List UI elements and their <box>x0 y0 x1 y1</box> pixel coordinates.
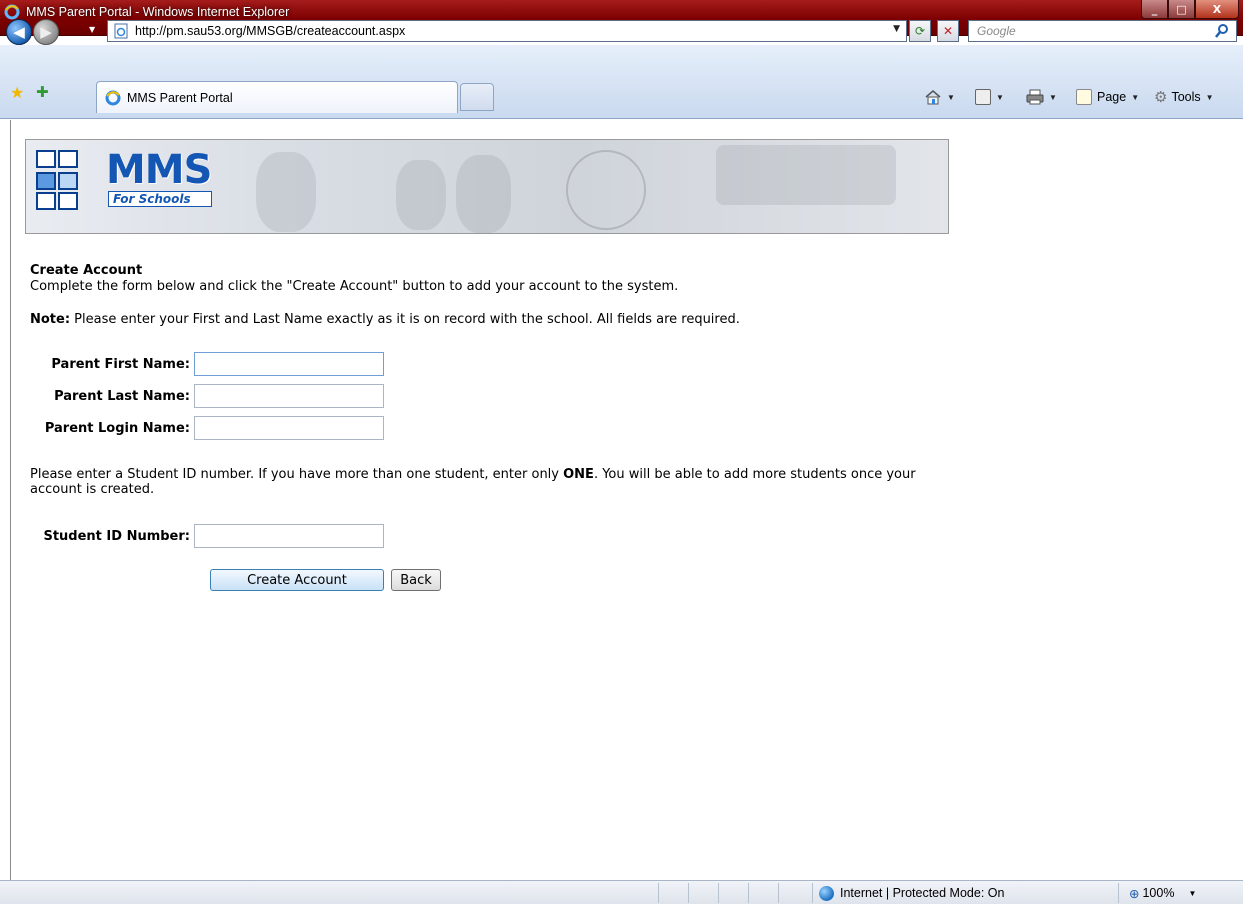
login-name-field[interactable] <box>194 416 384 440</box>
chevron-down-icon[interactable]: ▼ <box>947 93 955 102</box>
first-name-field[interactable] <box>194 352 384 376</box>
banner-grade-circle <box>566 150 646 230</box>
window-title: MMS Parent Portal - Windows Internet Exp… <box>26 5 290 19</box>
intro-text: Complete the form below and click the "C… <box>30 279 679 294</box>
status-bar: Internet | Protected Mode: On ⊕ 100% ▼ <box>0 880 1243 904</box>
ie-icon <box>4 4 20 20</box>
tab-label: MMS Parent Portal <box>127 90 233 105</box>
chevron-down-icon[interactable]: ▼ <box>1188 889 1196 898</box>
stop-button[interactable]: ✕ <box>937 20 959 42</box>
login-name-row: Parent Login Name: <box>30 415 384 441</box>
banner-figure <box>396 160 446 230</box>
banner-keyboard <box>716 145 896 205</box>
home-icon <box>925 90 941 105</box>
page-menu-label[interactable]: Page <box>1097 90 1126 104</box>
page-menu-icon <box>1076 89 1092 105</box>
last-name-row: Parent Last Name: <box>30 383 384 409</box>
arrow-right-icon: ▶ <box>40 23 52 41</box>
logo-icon <box>36 150 98 210</box>
url-text[interactable]: http://pm.sau53.org/MMSGB/createaccount.… <box>135 24 405 38</box>
print-button[interactable]: ▼ <box>1026 86 1057 108</box>
status-divider <box>658 883 659 903</box>
tools-menu-label[interactable]: Tools <box>1171 90 1200 104</box>
back-form-button[interactable]: Back <box>391 569 441 591</box>
refresh-button[interactable]: ⟳ <box>909 20 931 42</box>
gear-icon: ⚙ <box>1154 89 1168 106</box>
logo-subtitle: For Schools <box>108 191 212 207</box>
close-button[interactable]: X <box>1195 0 1239 19</box>
favorites-star-icon[interactable]: ★ <box>10 83 24 102</box>
logo-text: MMS <box>106 147 212 193</box>
home-button[interactable]: ▼ <box>924 86 955 108</box>
zoom-control[interactable]: ⊕ 100% ▼ <box>1118 883 1196 903</box>
create-account-button[interactable]: Create Account <box>210 569 384 591</box>
ie-tab-icon <box>105 90 121 105</box>
student-id-field[interactable] <box>194 524 384 548</box>
first-name-label: Parent First Name: <box>51 356 190 372</box>
address-bar[interactable]: http://pm.sau53.org/MMSGB/createaccount.… <box>107 20 907 42</box>
maximize-button[interactable]: □ <box>1168 0 1195 19</box>
last-name-label: Parent Last Name: <box>54 388 190 404</box>
chevron-down-icon[interactable]: ▼ <box>996 93 1004 102</box>
add-favorites-icon[interactable]: ✚ <box>36 83 49 101</box>
zoom-level: 100% <box>1142 886 1175 900</box>
note-body: Please enter your First and Last Name ex… <box>70 312 740 327</box>
page-icon <box>114 23 128 39</box>
student-id-row: Student ID Number: <box>30 523 384 549</box>
page-content: MMS For Schools Create Account Complete … <box>10 120 1239 880</box>
printer-icon <box>1026 89 1044 105</box>
globe-icon <box>819 885 834 901</box>
status-divider <box>718 883 719 903</box>
security-zone[interactable]: Internet | Protected Mode: On <box>812 883 1112 903</box>
page-title: Create Account <box>30 263 143 278</box>
student-note-bold: ONE <box>563 467 594 482</box>
chevron-down-icon[interactable]: ▼ <box>1049 93 1057 102</box>
banner-figure <box>456 155 511 233</box>
refresh-icon: ⟳ <box>914 24 926 38</box>
tools-menu[interactable]: ⚙ Tools ▼ <box>1154 86 1214 108</box>
history-dropdown[interactable]: ▼ <box>89 25 95 34</box>
page-menu[interactable]: Page ▼ <box>1076 86 1139 108</box>
stop-icon: ✕ <box>942 24 954 38</box>
new-tab-button[interactable] <box>460 83 494 111</box>
first-name-row: Parent First Name: <box>30 351 384 377</box>
note-text: Note: Please enter your First and Last N… <box>30 312 740 327</box>
student-id-note: Please enter a Student ID number. If you… <box>30 467 950 497</box>
status-divider <box>778 883 779 903</box>
address-dropdown-icon[interactable]: ▼ <box>893 24 900 34</box>
student-id-label: Student ID Number: <box>43 528 190 544</box>
note-label: Note: <box>30 312 71 327</box>
zoom-icon: ⊕ <box>1129 886 1140 901</box>
tab-mms-parent-portal[interactable]: MMS Parent Portal <box>96 81 458 113</box>
arrow-left-icon: ◀ <box>13 23 25 41</box>
header-banner: MMS For Schools <box>25 139 949 234</box>
login-name-label: Parent Login Name: <box>44 420 190 436</box>
student-note-start: Please enter a Student ID number. If you… <box>30 467 564 482</box>
feeds-button[interactable]: ▼ <box>975 86 1004 108</box>
forward-button[interactable]: ▶ <box>33 19 59 45</box>
search-placeholder[interactable]: Google <box>977 24 1016 38</box>
chevron-down-icon[interactable]: ▼ <box>1131 93 1139 102</box>
window-controls: _ □ X <box>1141 0 1239 22</box>
last-name-field[interactable] <box>194 384 384 408</box>
status-divider <box>688 883 689 903</box>
feeds-icon <box>975 89 991 105</box>
banner-figure <box>256 152 316 232</box>
chevron-down-icon[interactable]: ▼ <box>1206 93 1214 102</box>
minimize-button[interactable]: _ <box>1141 0 1168 19</box>
search-box[interactable]: Google <box>968 20 1237 42</box>
back-button[interactable]: ◀ <box>6 19 32 45</box>
status-divider <box>748 883 749 903</box>
search-icon[interactable] <box>1214 23 1230 39</box>
zone-text: Internet | Protected Mode: On <box>840 886 1005 900</box>
